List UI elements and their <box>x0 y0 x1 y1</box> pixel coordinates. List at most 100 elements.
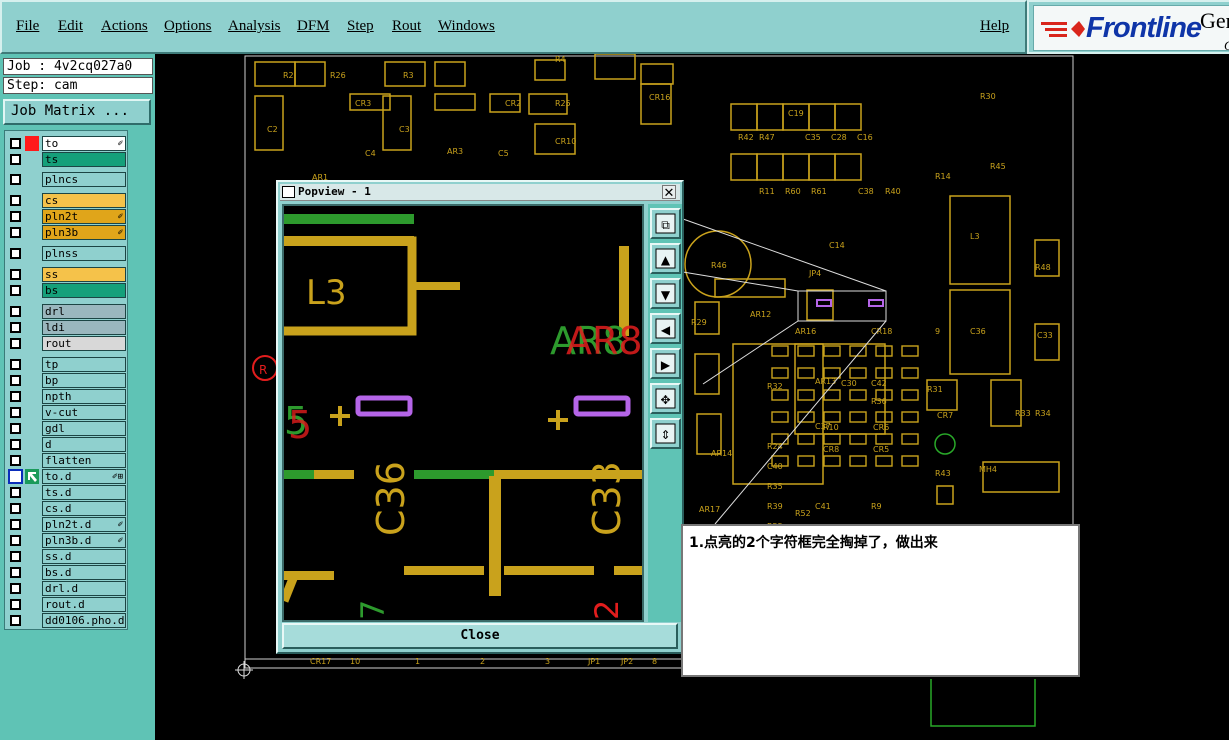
layer-checkbox[interactable] <box>10 391 21 402</box>
menu-file[interactable]: File <box>16 18 39 35</box>
layer-name[interactable]: ts <box>42 152 126 167</box>
layer-row-tp[interactable]: tp <box>5 357 127 372</box>
layer-row-ts[interactable]: ts <box>5 152 127 167</box>
layer-row-ldi[interactable]: ldi <box>5 320 127 335</box>
layer-name[interactable]: bs.d <box>42 565 126 580</box>
layer-checkbox[interactable] <box>10 615 21 626</box>
layer-checkbox[interactable] <box>10 535 21 546</box>
layer-row-bs-d[interactable]: bs.d <box>5 565 127 580</box>
layer-row-rout-d[interactable]: rout.d <box>5 597 127 612</box>
menu-edit[interactable]: Edit <box>58 18 83 35</box>
layer-row-npth[interactable]: npth <box>5 389 127 404</box>
layer-name[interactable]: ts.d <box>42 485 126 500</box>
pan-down-icon[interactable]: ▼ <box>650 278 681 309</box>
layer-row-gdl[interactable]: gdl <box>5 421 127 436</box>
layer-name[interactable]: bp <box>42 373 126 388</box>
layer-row-dd0106-pho-d[interactable]: dd0106.pho.d <box>5 613 127 628</box>
layer-name[interactable]: rout.d <box>42 597 126 612</box>
layer-row-drl-d[interactable]: drl.d <box>5 581 127 596</box>
layer-checkbox[interactable] <box>10 407 21 418</box>
layer-name[interactable]: d <box>42 437 126 452</box>
layer-checkbox[interactable] <box>10 248 21 259</box>
layer-name[interactable]: pln3b ✐ <box>42 225 126 240</box>
layer-row-drl[interactable]: drl <box>5 304 127 319</box>
menu-help[interactable]: Help <box>980 18 1009 35</box>
layer-checkbox[interactable] <box>10 227 21 238</box>
popview-titlebar[interactable]: Popview - 1 ✕ <box>280 184 680 201</box>
layer-checkbox[interactable] <box>10 269 21 280</box>
layer-row-v-cut[interactable]: v-cut <box>5 405 127 420</box>
layer-checkbox[interactable] <box>10 174 21 185</box>
layer-row-cs[interactable]: cs <box>5 193 127 208</box>
layer-name[interactable]: pln2t.d ✐ <box>42 517 126 532</box>
layer-checkbox[interactable] <box>10 338 21 349</box>
layer-checkbox[interactable] <box>10 439 21 450</box>
layer-name[interactable]: ss.d <box>42 549 126 564</box>
menu-actions[interactable]: Actions <box>101 18 148 35</box>
layer-row-bs[interactable]: bs <box>5 283 127 298</box>
layer-checkbox[interactable] <box>10 211 21 222</box>
layer-row-plncs[interactable]: plncs <box>5 172 127 187</box>
layer-name[interactable]: pln3b.d ✐ <box>42 533 126 548</box>
layer-row-ss-d[interactable]: ss.d <box>5 549 127 564</box>
menu-rout[interactable]: Rout <box>392 18 421 35</box>
layer-name[interactable]: pln2t ✐ <box>42 209 126 224</box>
zoom-home-icon[interactable]: ⇕ <box>650 418 681 449</box>
layer-checkbox[interactable] <box>10 487 21 498</box>
layer-name[interactable]: ldi <box>42 320 126 335</box>
layer-row-to[interactable]: to ✐ <box>5 136 127 151</box>
layer-name[interactable]: drl.d <box>42 581 126 596</box>
layer-row-pln3b-d[interactable]: pln3b.d ✐ <box>5 533 127 548</box>
layer-checkbox[interactable] <box>10 285 21 296</box>
layer-checkbox[interactable] <box>10 551 21 562</box>
menu-analysis[interactable]: Analysis <box>228 18 281 35</box>
layer-checkbox[interactable] <box>10 154 21 165</box>
layer-name[interactable]: cs.d <box>42 501 126 516</box>
layer-checkbox[interactable] <box>10 503 21 514</box>
layer-checkbox[interactable] <box>10 195 21 206</box>
menu-windows[interactable]: Windows <box>438 18 495 35</box>
close-icon[interactable]: ✕ <box>662 185 676 199</box>
layer-name[interactable]: bs <box>42 283 126 298</box>
layer-checkbox[interactable] <box>10 423 21 434</box>
layer-name[interactable]: cs <box>42 193 126 208</box>
layer-checkbox[interactable] <box>10 359 21 370</box>
menu-options[interactable]: Options <box>164 18 212 35</box>
layer-checkbox[interactable] <box>10 567 21 578</box>
layer-name[interactable]: rout <box>42 336 126 351</box>
layer-checkbox[interactable] <box>10 583 21 594</box>
layer-row-pln3b[interactable]: pln3b ✐ <box>5 225 127 240</box>
layer-row-cs-d[interactable]: cs.d <box>5 501 127 516</box>
pan-up-icon[interactable]: ▲ <box>650 243 681 274</box>
zoom-fit-icon[interactable]: ✥ <box>650 383 681 414</box>
layer-name[interactable]: v-cut <box>42 405 126 420</box>
layer-row-d[interactable]: d <box>5 437 127 452</box>
layer-name[interactable]: to.d ✐⊞ <box>42 469 126 484</box>
layer-name[interactable]: ss <box>42 267 126 282</box>
layer-row-plnss[interactable]: plnss <box>5 246 127 261</box>
layer-checkbox[interactable] <box>10 375 21 386</box>
job-matrix-button[interactable]: Job Matrix ... <box>3 99 151 125</box>
layer-name[interactable]: npth <box>42 389 126 404</box>
layer-name[interactable]: gdl <box>42 421 126 436</box>
layer-list-scroll-area[interactable] <box>128 130 153 630</box>
layer-name[interactable]: plnss <box>42 246 126 261</box>
menu-step[interactable]: Step <box>347 18 374 35</box>
layer-checkbox[interactable] <box>10 599 21 610</box>
layer-checkbox[interactable] <box>10 455 21 466</box>
layer-name[interactable]: flatten <box>42 453 126 468</box>
layer-row-flatten[interactable]: flatten <box>5 453 127 468</box>
close-button[interactable]: Close <box>282 623 678 649</box>
layer-checkbox[interactable] <box>10 138 21 149</box>
layer-checkbox[interactable] <box>10 322 21 333</box>
popview-canvas[interactable]: L3 AR8 5 C36 C33 7 2 AR8 5 <box>282 204 644 622</box>
pan-left-icon[interactable]: ◀ <box>650 313 681 344</box>
layer-row-to-d[interactable]: to.d ✐⊞ <box>5 469 127 484</box>
layer-row-pln2t[interactable]: pln2t ✐ <box>5 209 127 224</box>
layer-name[interactable]: drl <box>42 304 126 319</box>
zoom-window-icon[interactable]: ⧉ <box>650 208 681 239</box>
layer-name[interactable]: plncs <box>42 172 126 187</box>
layer-row-bp[interactable]: bp <box>5 373 127 388</box>
layer-checkbox[interactable] <box>10 519 21 530</box>
layer-checkbox[interactable] <box>8 469 23 484</box>
